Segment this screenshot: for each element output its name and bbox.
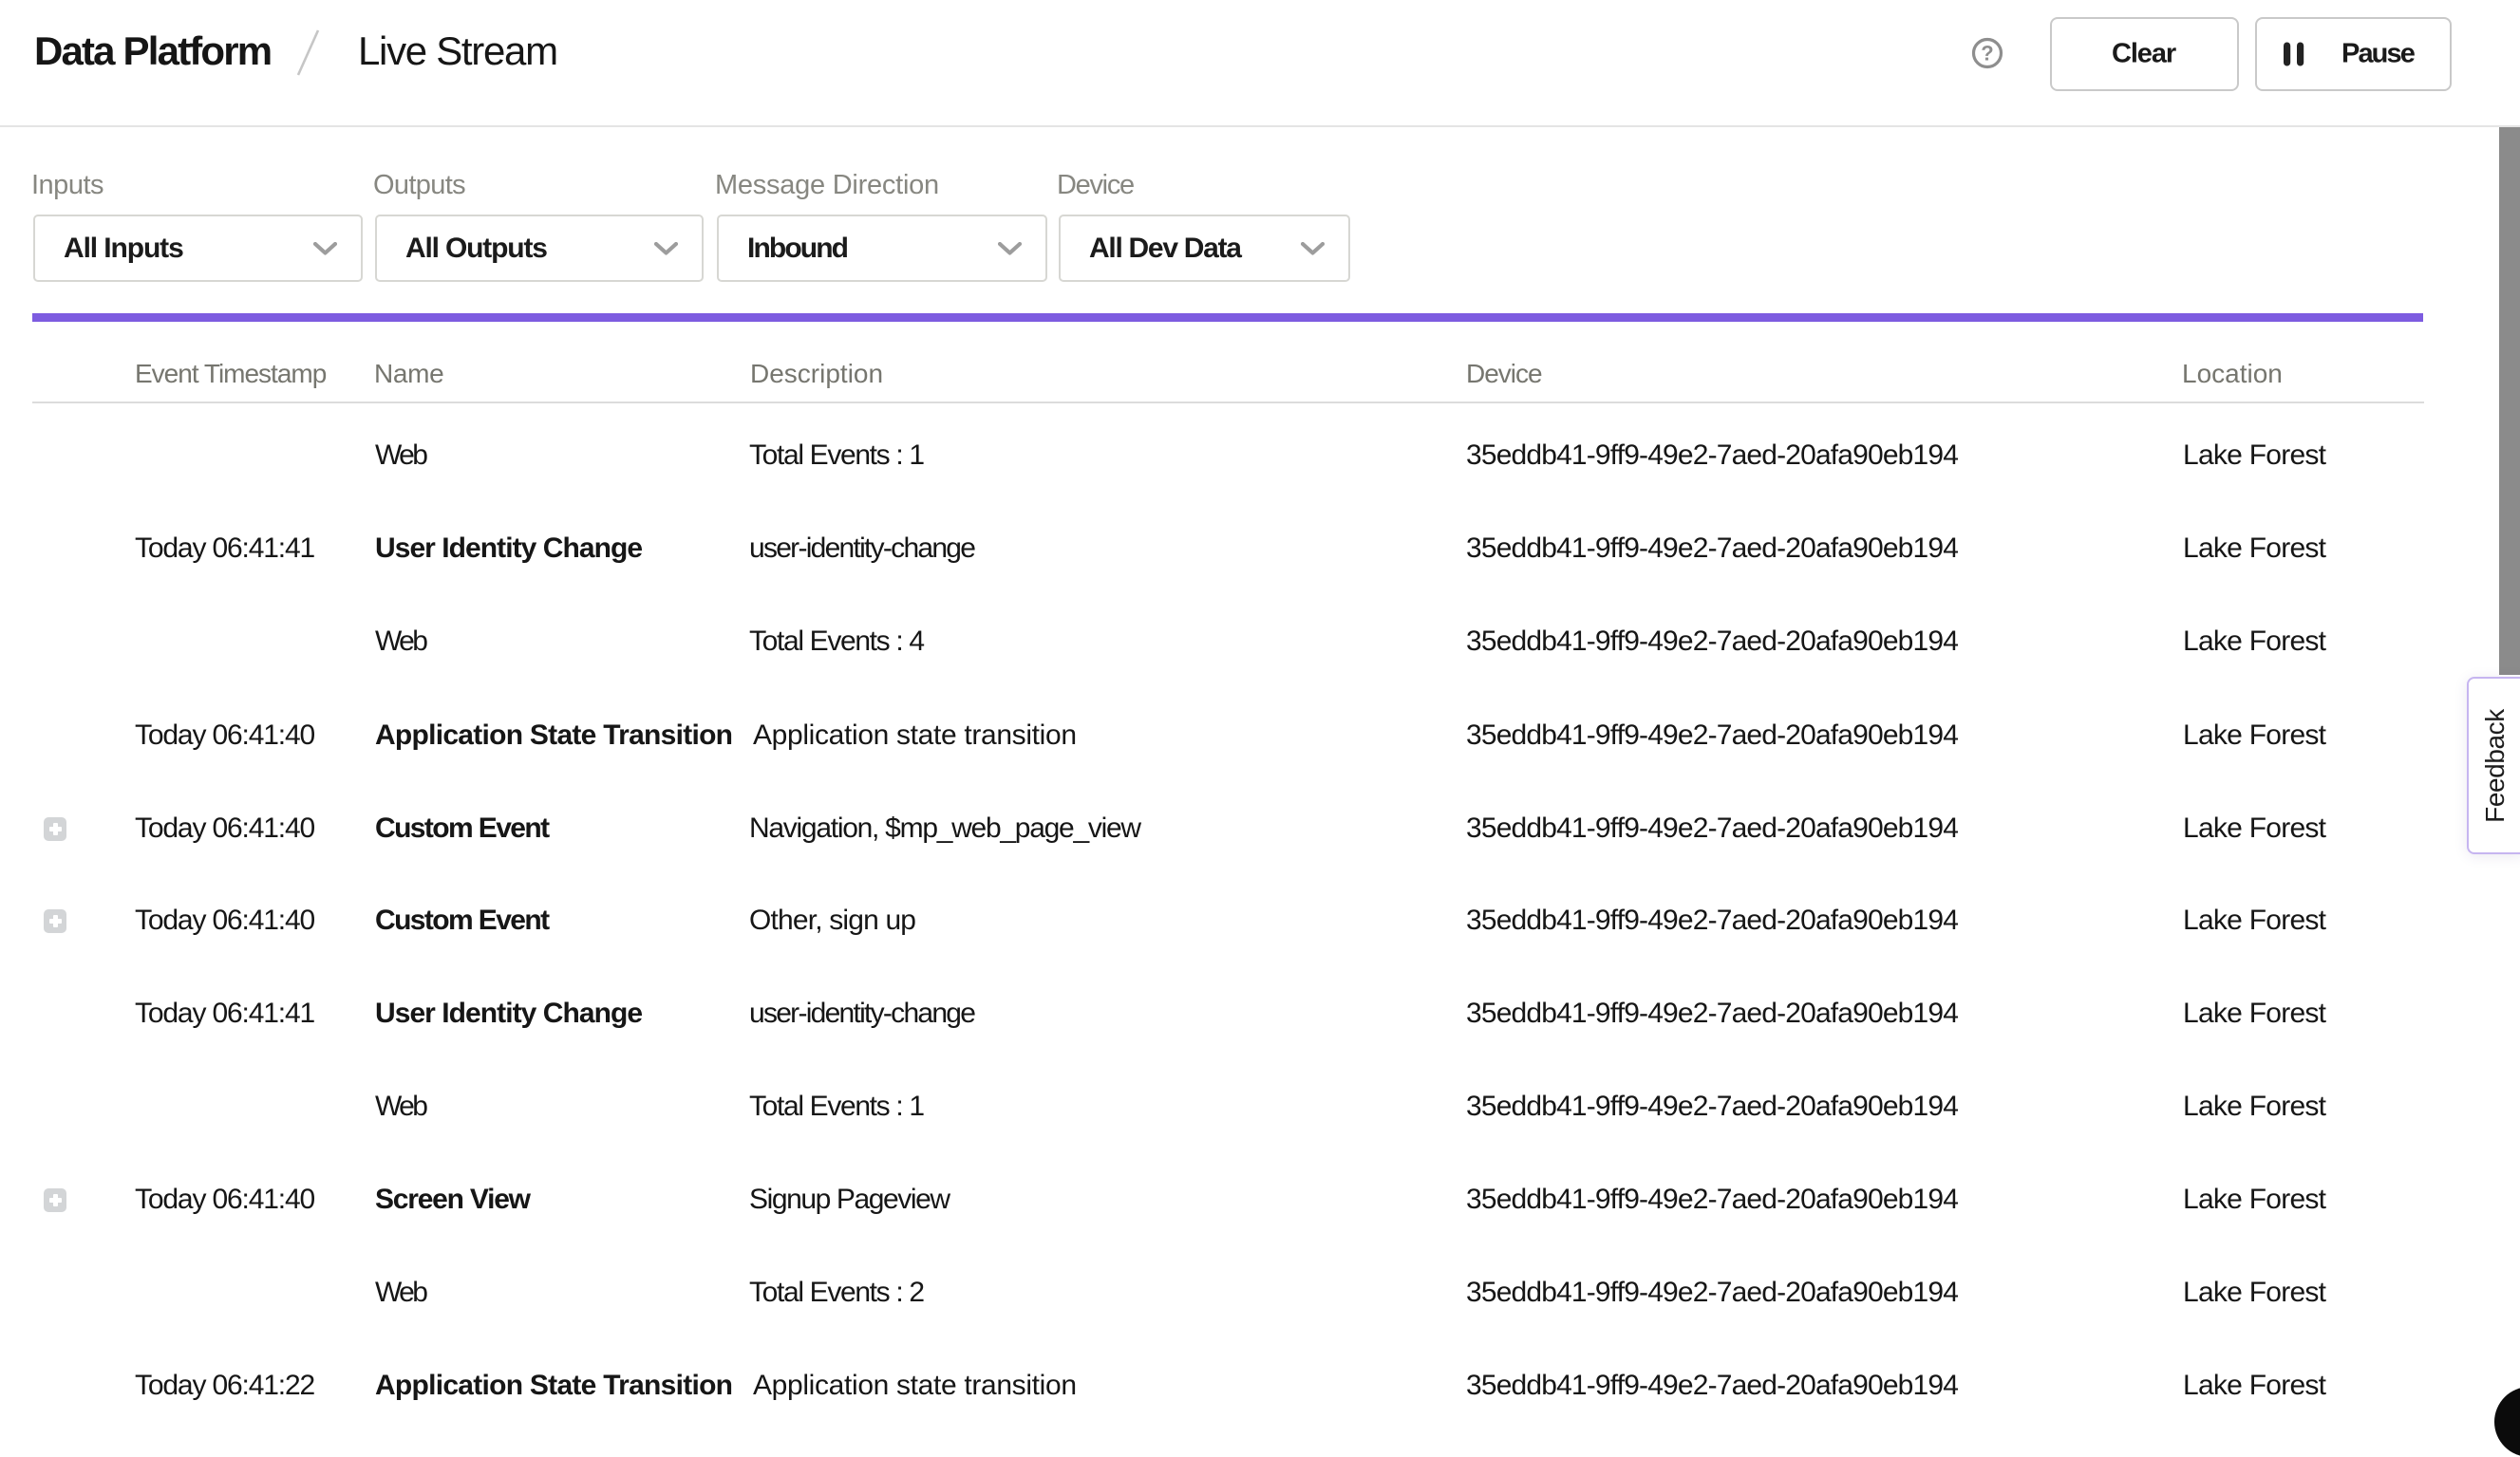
svg-text:?: ? [1981, 42, 1993, 65]
